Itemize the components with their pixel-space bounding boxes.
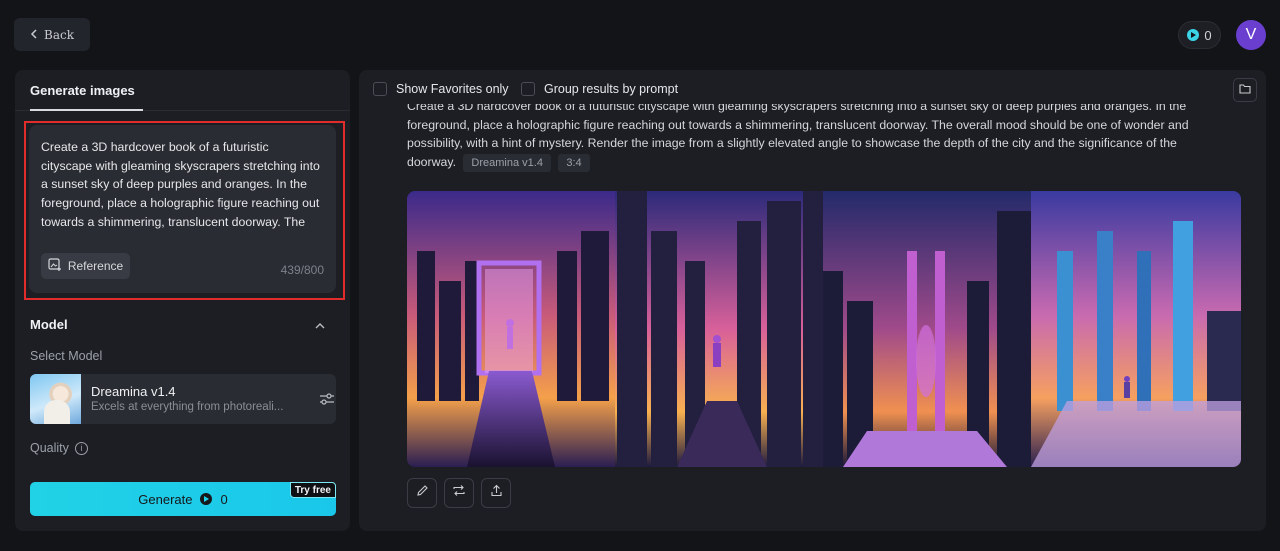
info-icon[interactable]: i [74,441,88,455]
group-results-checkbox[interactable] [521,82,535,96]
share-button[interactable] [481,478,511,508]
generated-image-grid[interactable] [407,191,1241,467]
regenerate-button[interactable] [444,478,474,508]
generate-label: Generate [138,491,193,507]
image-add-icon [48,257,62,275]
pencil-icon [416,484,429,502]
model-selector[interactable]: Dreamina v1.4 Excels at everything from … [30,374,336,424]
credit-coin-icon [200,493,213,505]
try-free-badge: Try free [289,482,336,498]
model-section-title: Model [30,317,68,332]
model-tag: Dreamina v1.4 [463,154,551,173]
active-tab-indicator [30,109,143,111]
show-favorites-toggle[interactable]: Show Favorites only [373,82,509,96]
model-description: Excels at everything from photoreali... [91,401,284,413]
prompt-textarea[interactable]: Create a 3D hardcover book of a futurist… [41,138,321,235]
tab-generate-images[interactable]: Generate images [30,83,135,98]
back-label: Back [44,27,74,42]
result-prompt: Create a 3D hardcover book of a futurist… [407,104,1217,180]
chevron-up-icon[interactable] [314,319,326,331]
model-name: Dreamina v1.4 [91,384,176,399]
repeat-icon [452,484,466,502]
ratio-tag: 3:4 [558,154,590,173]
generate-button[interactable]: Generate 0 Try free [30,482,336,516]
show-favorites-checkbox[interactable] [373,82,387,96]
credits-balance[interactable]: 0 [1178,21,1221,49]
avatar[interactable]: V [1236,20,1266,50]
credit-coin-icon [1187,29,1200,41]
group-results-label: Group results by prompt [544,82,679,96]
show-favorites-label: Show Favorites only [396,82,509,96]
select-model-label: Select Model [30,349,103,363]
edit-button[interactable] [407,478,437,508]
reference-label: Reference [67,259,124,273]
model-thumbnail [30,374,81,424]
reference-button[interactable]: Reference [41,253,130,279]
folder-icon [1239,81,1251,99]
generate-panel: Generate images Create a 3D hardcover bo… [15,70,350,531]
chevron-left-icon [30,28,38,42]
quality-row: Quality i [30,441,88,455]
credits-count: 0 [1204,27,1212,43]
sliders-icon[interactable] [319,392,335,406]
prompt-input-box[interactable]: Create a 3D hardcover book of a futurist… [29,125,336,293]
generate-credits: 0 [220,491,228,507]
generated-images-illustration [407,191,1241,467]
upload-icon [490,484,503,502]
group-results-toggle[interactable]: Group results by prompt [521,82,678,96]
folder-button[interactable] [1233,78,1257,102]
results-panel: Show Favorites only Group results by pro… [359,70,1266,531]
back-button[interactable]: Back [14,18,90,51]
quality-label: Quality [30,441,69,455]
character-count: 439/800 [280,263,324,277]
